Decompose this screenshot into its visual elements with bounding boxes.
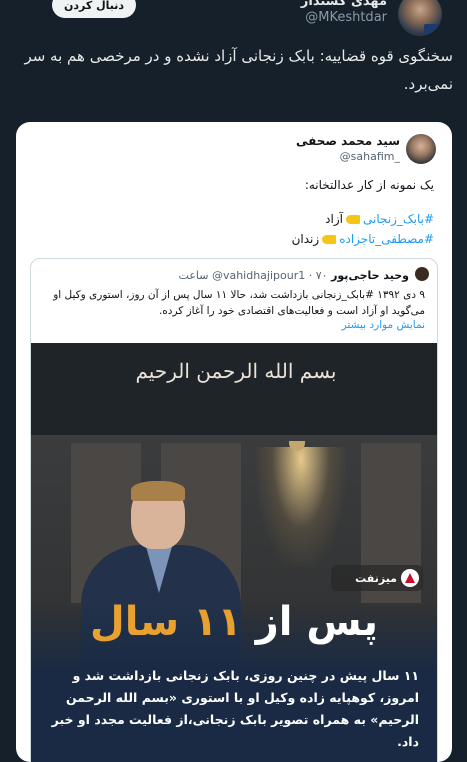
follow-button[interactable]: دنبال کردن [52,0,136,18]
quoted-image[interactable]: بسم الله الرحمن الرحیم میزنفت پس از ۱۱ س… [31,343,437,762]
hashtag-line-2: #مصطفی_تاجزاده زندان [292,232,434,246]
news-logo: میزنفت [331,565,423,591]
quoted-author-avatar[interactable] [415,267,429,281]
hashtag-line-1: #بابک_زنجانی آزاد [325,212,434,226]
person-hair [131,481,185,501]
show-more-link[interactable]: نمایش موارد بیشتر [342,319,425,331]
headline-prefix: پس از [255,599,378,645]
quoted-text: ۹ دی ۱۳۹۲ #بابک_زنجانی بازداشت شد، حالا … [53,289,425,317]
hashtag-babak-zanjani[interactable]: #بابک_زنجانی [363,212,434,226]
hashtag-2-suffix: زندان [291,232,320,246]
embedded-tweet-card[interactable]: سید محمد صحفی @sahafim_ یک نمونه از کار … [16,122,452,762]
lamp-glow [256,447,346,567]
author-display-name[interactable]: مهدی کشتدار [301,0,387,9]
calligraphy-text: بسم الله الرحمن الرحیم [135,359,337,383]
avatar-badge [424,24,438,34]
tweet-text: سخنگوی قوه قضاییه: بابک زنجانی آزاد نشده… [24,47,453,93]
hashtag-1-suffix: آزاد [325,212,343,226]
embedded-author-handle[interactable]: @sahafim_ [340,150,400,163]
embedded-text-line: یک نمونه از کار عدالتخانه: [304,178,434,192]
news-logo-text: میزنفت [355,571,397,585]
quoted-header: وحید حاجی‌پور @vahidhajipour1 · ۷۰ ساعت [178,269,409,282]
logo-mark-icon [401,569,419,587]
headline-number: ۱۱ [193,599,242,645]
hashtag-mostafa-tajzadeh[interactable]: #مصطفی_تاجزاده [339,232,434,246]
pointing-hand-icon [345,215,360,224]
avatar[interactable] [398,0,442,36]
tweet-header: دنبال کردن مهدی کشتدار @MKeshtdar [0,0,467,36]
headline-suffix: سال [90,599,180,645]
embedded-author-avatar[interactable] [406,134,436,164]
quoted-author-handle[interactable]: @vahidhajipour1 [212,269,305,282]
author-handle[interactable]: @MKeshtdar [305,10,387,25]
image-headline: پس از ۱۱ سال [31,599,437,645]
quoted-tweet[interactable]: وحید حاجی‌پور @vahidhajipour1 · ۷۰ ساعت … [30,258,438,762]
pointing-hand-icon [322,235,337,244]
embedded-author-name[interactable]: سید محمد صحفی [296,134,400,148]
quoted-author-name[interactable]: وحید حاجی‌پور [331,269,409,282]
image-caption: ۱۱ سال پیش در چنین روزی، بابک زنجانی باز… [51,668,419,749]
